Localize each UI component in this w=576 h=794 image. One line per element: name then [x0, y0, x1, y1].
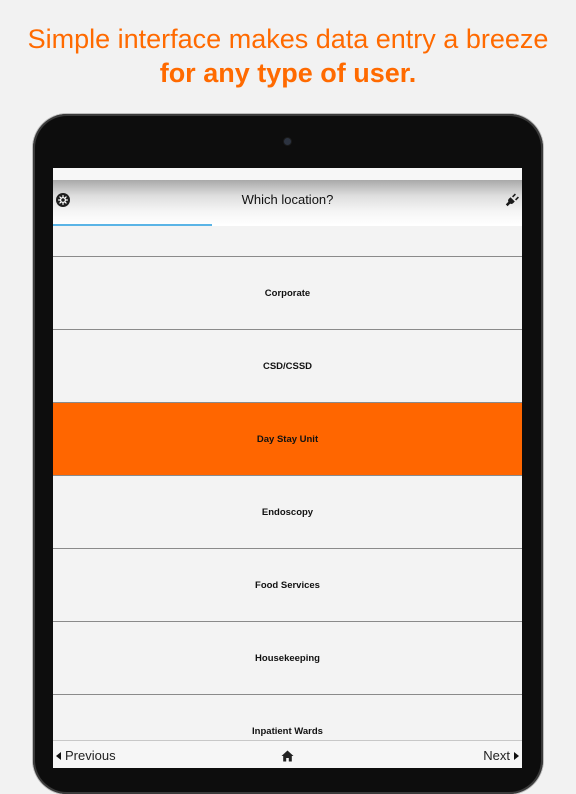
marketing-headline-line1: Simple interface makes data entry a bree… [27, 24, 549, 54]
next-button-label: Next [483, 748, 510, 763]
previous-button-label: Previous [65, 748, 116, 763]
location-item-csd-cssd[interactable]: CSD/CSSD [53, 330, 522, 403]
status-bar [53, 168, 522, 180]
location-item-housekeeping[interactable]: Housekeeping [53, 622, 522, 695]
previous-button[interactable]: Previous [56, 748, 116, 763]
location-item-label: Food Services [255, 579, 320, 591]
marketing-headline-line2: for any type of user. [159, 58, 417, 88]
chevron-right-icon [514, 751, 519, 760]
location-item-label: Corporate [264, 287, 311, 299]
location-item-corporate[interactable]: Corporate [53, 257, 522, 330]
app-screen: Which location? Corporate CSD/CSSD Day Sta… [53, 168, 522, 768]
page-title: Which location? [241, 192, 334, 207]
location-item-food-services[interactable]: Food Services [53, 549, 522, 622]
location-item-label: Day Stay Unit [256, 433, 319, 445]
location-item-label: Endoscopy [261, 506, 314, 518]
location-list: Corporate CSD/CSSD Day Stay Unit Endoscopy F… [53, 226, 522, 740]
location-item-endoscopy[interactable]: Endoscopy [53, 476, 522, 549]
location-item-label: Housekeeping [255, 652, 320, 664]
chevron-left-icon [56, 751, 61, 760]
home-icon[interactable] [281, 749, 294, 762]
next-button[interactable]: Next [483, 748, 519, 763]
location-item-day-stay-unit[interactable]: Day Stay Unit [53, 403, 522, 476]
location-item-label: Inpatient Wards [252, 725, 323, 737]
list-header-spacer [53, 226, 522, 257]
front-camera [284, 138, 291, 145]
plug-icon[interactable] [504, 192, 520, 208]
location-item-inpatient-wards[interactable]: Inpatient Wards [53, 695, 522, 740]
bottom-toolbar: Previous Next [53, 740, 522, 768]
location-item-label: CSD/CSSD [262, 360, 313, 372]
